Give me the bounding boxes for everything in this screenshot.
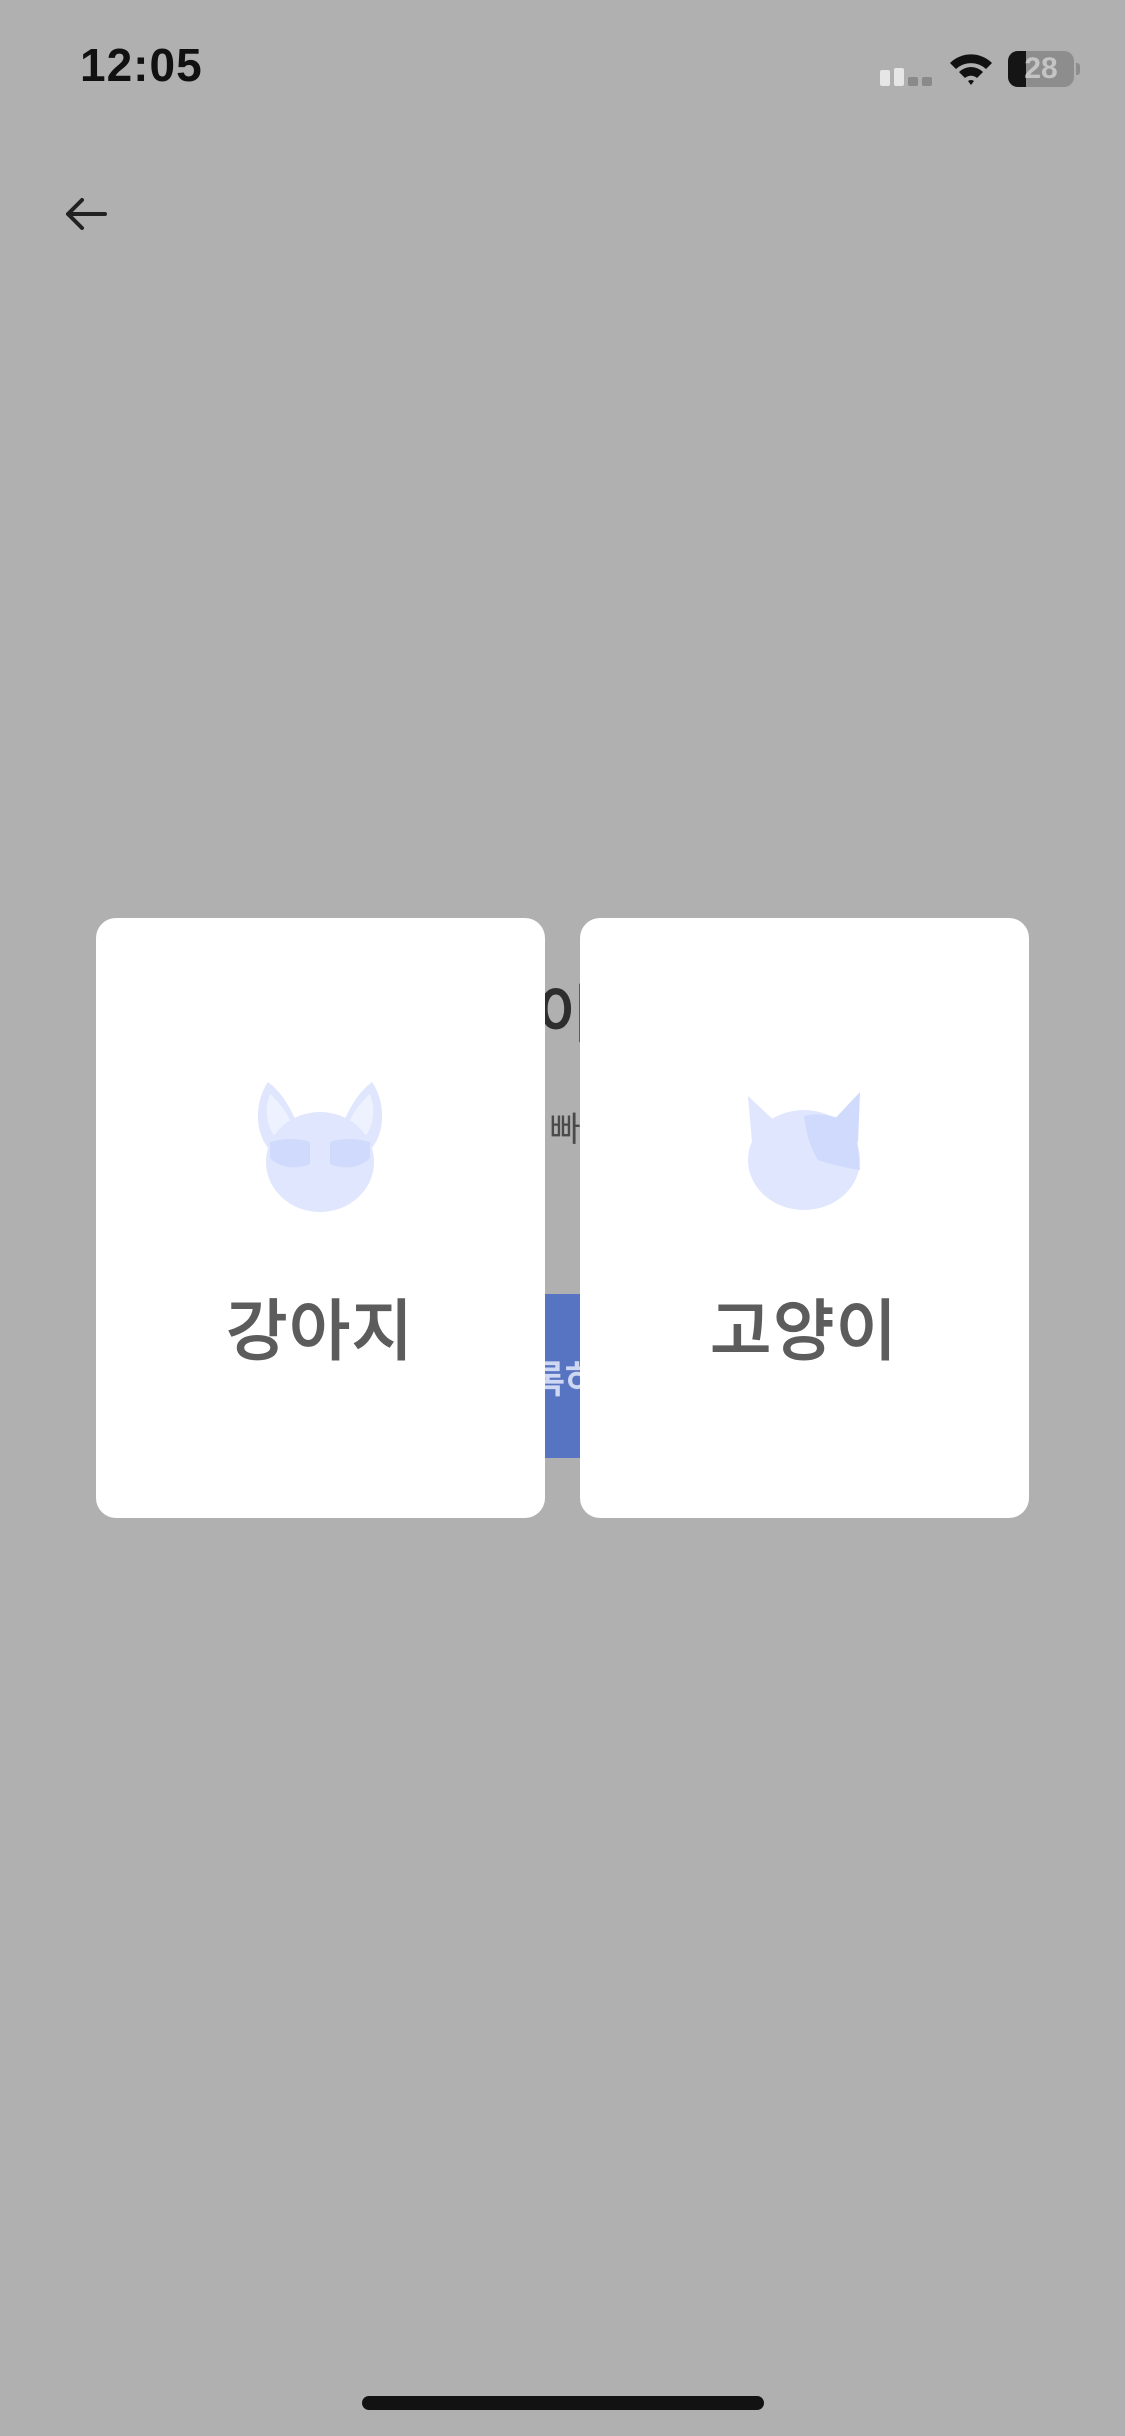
- back-button[interactable]: [56, 182, 116, 246]
- battery-level-text: 28: [1024, 52, 1058, 85]
- dog-option-label: 강아지: [226, 1293, 415, 1370]
- signal-icon: [880, 68, 932, 86]
- cat-face-icon: [748, 1092, 860, 1210]
- cat-option-label: 고양이: [710, 1293, 899, 1370]
- dog-face-icon: [257, 1082, 383, 1212]
- home-indicator[interactable]: [362, 2396, 764, 2410]
- battery-nub: [1076, 63, 1080, 75]
- wifi-icon: [950, 54, 992, 85]
- battery-icon: 28: [1008, 51, 1080, 87]
- cat-option-card[interactable]: 고양이: [580, 918, 1029, 1518]
- status-time: 12:05: [80, 39, 203, 91]
- battery-body: 28: [1008, 51, 1074, 87]
- arrow-left-icon: [66, 198, 107, 230]
- dog-option-card[interactable]: 강아지: [96, 918, 545, 1518]
